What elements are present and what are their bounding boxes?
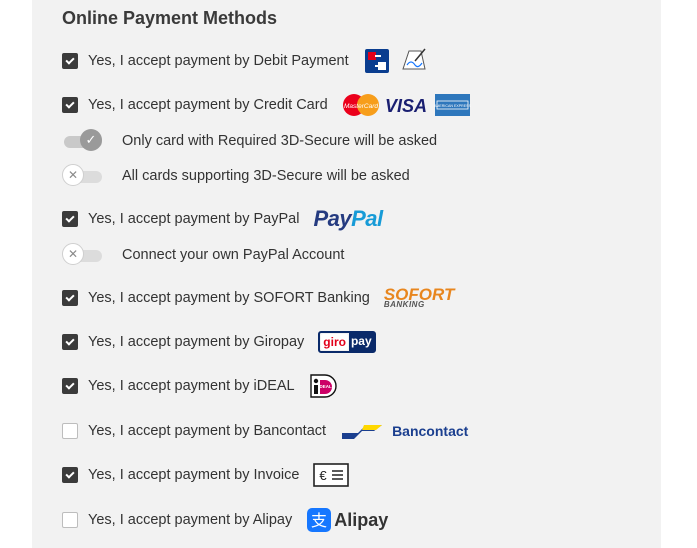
section-title: Online Payment Methods xyxy=(62,8,278,28)
close-icon: ✕ xyxy=(62,164,84,186)
close-icon: ✕ xyxy=(62,243,84,265)
credit-card-label: Yes, I accept payment by Credit Card xyxy=(88,97,328,113)
invoice-label: Yes, I accept payment by Invoice xyxy=(88,467,300,483)
giropay-label: Yes, I accept payment by Giropay xyxy=(88,334,305,350)
ideal-checkbox[interactable] xyxy=(62,378,78,394)
sofort-label: Yes, I accept payment by SOFORT Banking xyxy=(88,290,370,306)
invoice-checkbox[interactable] xyxy=(62,467,78,483)
giropay-checkbox[interactable] xyxy=(62,334,78,350)
3ds-all-label: All cards supporting 3D-Secure will be a… xyxy=(122,168,410,184)
3ds-required-toggle[interactable]: ✓ xyxy=(62,129,102,151)
credit-cards-icon: MasterCard VISA AMERICAN EXPRESS xyxy=(342,93,472,117)
amex-text: AMERICAN EXPRESS xyxy=(434,104,472,108)
sofort-checkbox[interactable] xyxy=(62,290,78,306)
alipay-icon: 支 Alipay xyxy=(306,507,388,533)
toggle-row-3ds-all[interactable]: ✕ All cards supporting 3D-Secure will be… xyxy=(62,163,410,189)
toggle-row-paypal-account[interactable]: ✕ Connect your own PayPal Account xyxy=(62,242,344,268)
paypal-account-toggle[interactable]: ✕ xyxy=(62,243,102,265)
paypal-icon: Pay Pal xyxy=(313,206,383,231)
ideal-label: Yes, I accept payment by iDEAL xyxy=(88,378,295,394)
method-row-giropay[interactable]: Yes, I accept payment by Giropay giro pa… xyxy=(62,329,376,355)
mastercard-text: MasterCard xyxy=(344,103,378,110)
paypal-checkbox[interactable] xyxy=(62,211,78,227)
credit-card-checkbox[interactable] xyxy=(62,97,78,113)
ec-card-icon xyxy=(363,47,433,75)
method-row-debit[interactable]: Yes, I accept payment by Debit Payment xyxy=(62,48,433,74)
invoice-icon: € xyxy=(313,463,350,487)
method-row-invoice[interactable]: Yes, I accept payment by Invoice € xyxy=(62,462,350,488)
debit-checkbox[interactable] xyxy=(62,53,78,69)
method-row-paypal[interactable]: Yes, I accept payment by PayPal Pay Pal xyxy=(62,206,383,232)
bancontact-label: Yes, I accept payment by Bancontact xyxy=(88,423,327,439)
paypal-label: Yes, I accept payment by PayPal xyxy=(88,211,300,227)
check-icon: ✓ xyxy=(80,129,102,151)
debit-label: Yes, I accept payment by Debit Payment xyxy=(88,53,349,69)
method-row-sofort[interactable]: Yes, I accept payment by SOFORT Banking … xyxy=(62,285,454,311)
bancontact-checkbox[interactable] xyxy=(62,423,78,439)
sofort-icon: SOFORT BANKING xyxy=(383,284,455,309)
visa-text: VISA xyxy=(385,96,427,116)
svg-text:iDEAL: iDEAL xyxy=(318,384,332,389)
alipay-label: Yes, I accept payment by Alipay xyxy=(88,512,293,528)
toggle-row-3ds-required[interactable]: ✓ Only card with Required 3D-Secure will… xyxy=(62,128,437,154)
paypal-account-label: Connect your own PayPal Account xyxy=(122,247,345,263)
svg-text:€: € xyxy=(320,468,328,483)
method-row-ideal[interactable]: Yes, I accept payment by iDEAL iDEAL xyxy=(62,373,339,399)
bancontact-icon: Bancontact xyxy=(340,421,468,441)
svg-text:支: 支 xyxy=(311,511,327,530)
ideal-icon: iDEAL xyxy=(309,373,339,399)
3ds-all-toggle[interactable]: ✕ xyxy=(62,164,102,186)
method-row-alipay[interactable]: Yes, I accept payment by Alipay 支 Alipay xyxy=(62,507,388,533)
method-row-credit-card[interactable]: Yes, I accept payment by Credit Card Mas… xyxy=(62,92,472,118)
method-row-bancontact[interactable]: Yes, I accept payment by Bancontact Banc… xyxy=(62,418,468,444)
alipay-checkbox[interactable] xyxy=(62,512,78,528)
3ds-required-label: Only card with Required 3D-Secure will b… xyxy=(122,133,438,149)
giropay-icon: giro pay xyxy=(318,331,376,353)
